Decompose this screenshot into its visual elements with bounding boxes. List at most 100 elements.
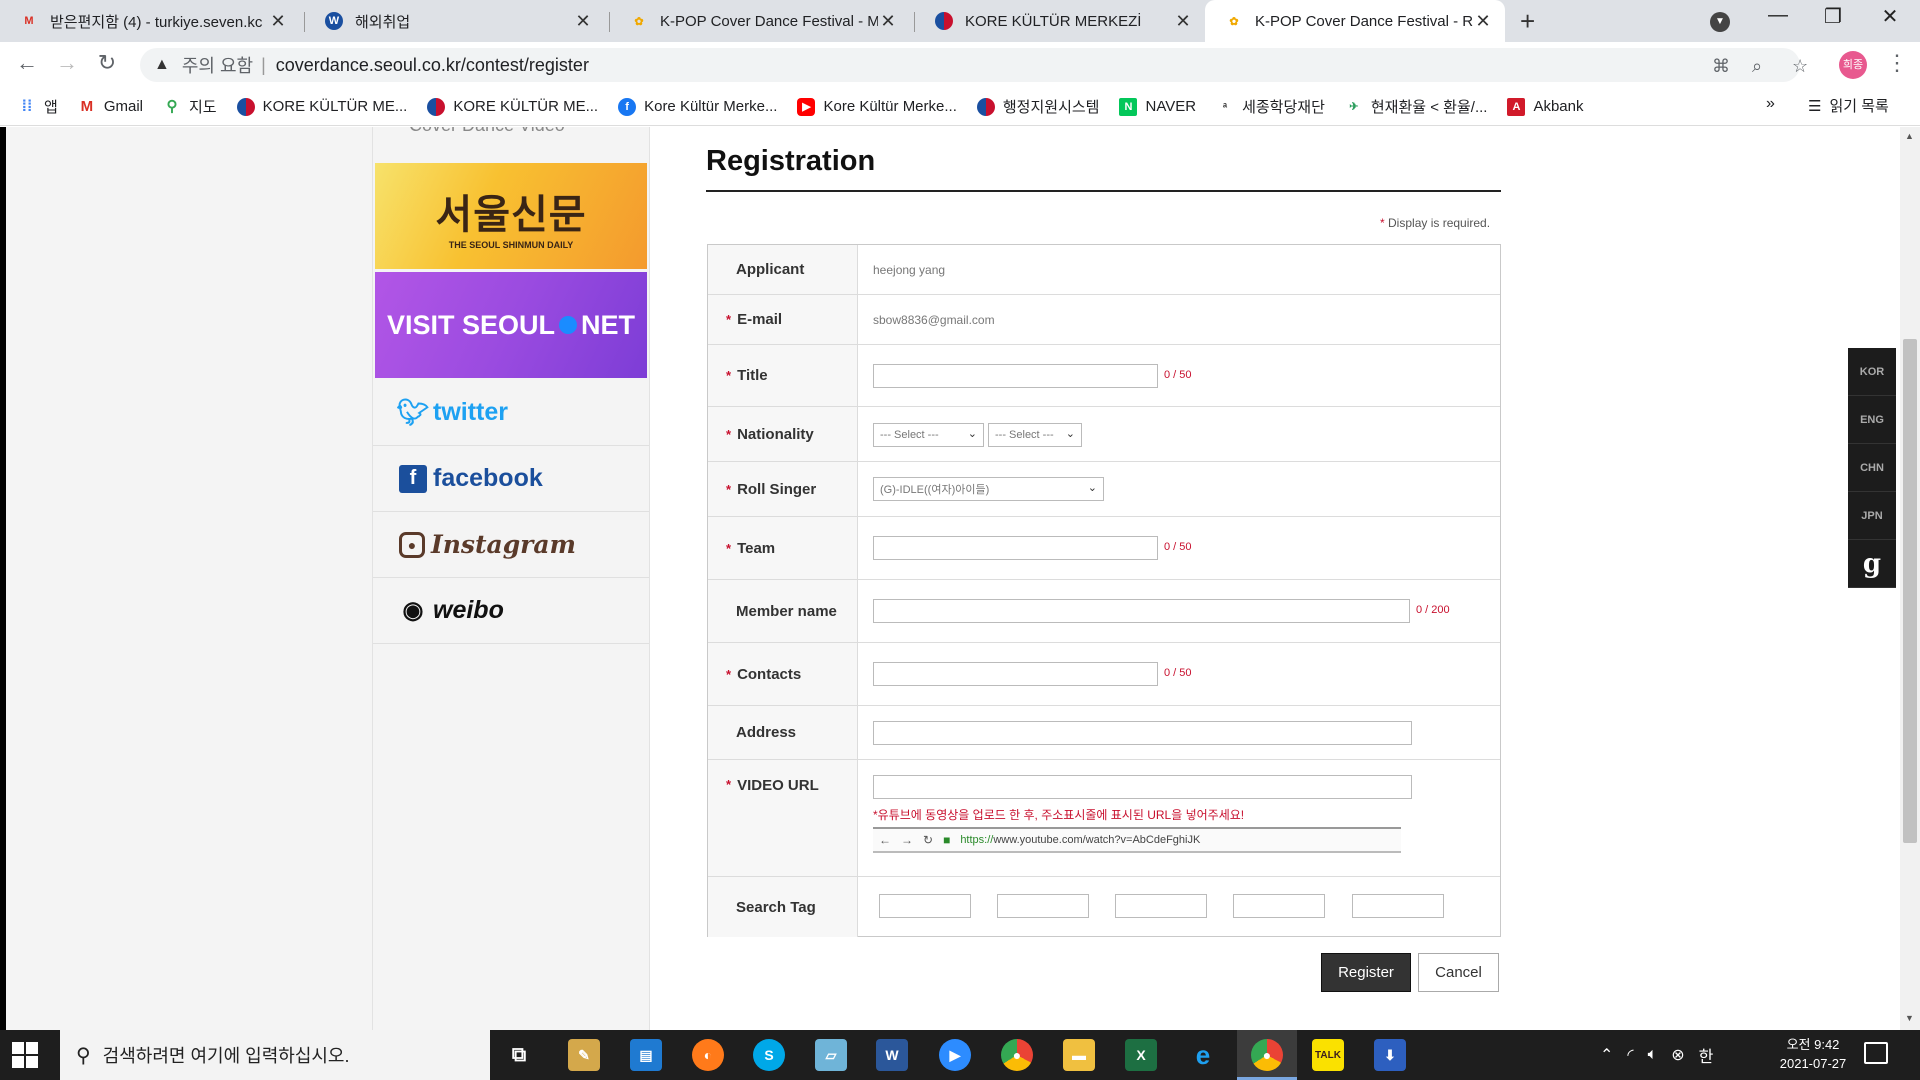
bookmark-gmail[interactable]: M Gmail [78, 98, 143, 116]
team-input[interactable] [873, 536, 1158, 560]
cancel-button[interactable]: Cancel [1418, 953, 1499, 992]
tab-search-icon[interactable]: ▼ [1710, 12, 1730, 32]
contacts-input[interactable] [873, 662, 1158, 686]
bookmark-admin[interactable]: 행정지원시스템 [976, 96, 1099, 117]
instagram-link[interactable]: ● Instagram [373, 512, 649, 578]
excel-icon[interactable]: X [1125, 1039, 1157, 1071]
outlook-icon[interactable]: ▤ [630, 1039, 662, 1071]
twitter-link[interactable]: 🐦︎ twitter [373, 380, 649, 446]
tab-kore-kultur[interactable]: KORE KÜLTÜR MERKEZİ ✕ [915, 0, 1205, 42]
menu-icon[interactable]: ⋮ [1886, 50, 1908, 76]
lang-jpn[interactable]: JPN [1848, 492, 1896, 540]
video-url-input[interactable] [873, 775, 1412, 799]
seoul-shinmun-banner[interactable]: 서울신문 THE SEOUL SHINMUN DAILY [375, 163, 647, 269]
lang-eng[interactable]: ENG [1848, 396, 1896, 444]
notes-icon[interactable]: ▱ [815, 1039, 847, 1071]
security-warning[interactable]: 주의 요함 [182, 52, 253, 78]
taskbar-search[interactable]: ⚲ 검색하려면 여기에 입력하십시오. [60, 1030, 490, 1080]
bookmark-star-icon[interactable]: ☆ [1792, 56, 1808, 77]
kakaotalk-icon[interactable]: TALK [1312, 1039, 1344, 1071]
new-tab-button[interactable]: + [1520, 6, 1535, 37]
kpop-icon: ✿ [1229, 15, 1239, 28]
address-input[interactable] [873, 721, 1412, 745]
tab-gmail[interactable]: M 받은편지함 (4) - turkiye.seven.kc ✕ [0, 0, 300, 42]
tab-worldjob[interactable]: W 해외취업 ✕ [305, 0, 605, 42]
search-tag-input-4[interactable] [1233, 894, 1325, 918]
back-button[interactable]: ← [12, 50, 42, 76]
notification-icon[interactable] [1864, 1042, 1888, 1064]
address-bar[interactable]: ▲ 주의 요함 | coverdance.seoul.co.kr/contest… [140, 48, 1808, 82]
download-icon[interactable]: ⬇ [1374, 1039, 1406, 1071]
nationality-select-2[interactable]: --- Select --- ⌄ [988, 423, 1082, 447]
close-icon[interactable]: ✕ [878, 11, 898, 32]
title-input[interactable] [873, 364, 1158, 388]
cancel-circle-icon[interactable]: ⊗ [1671, 1045, 1684, 1065]
close-icon[interactable]: ✕ [268, 11, 288, 32]
roll-singer-label: Roll Singer [708, 462, 858, 516]
ime-indicator[interactable]: 한 [1699, 1043, 1714, 1067]
skype-icon[interactable]: S [753, 1039, 785, 1071]
visit-seoul-banner[interactable]: VISIT SEOUL NET [375, 272, 647, 378]
bookmark-kore-2[interactable]: KORE KÜLTÜR ME... [427, 97, 598, 116]
register-button[interactable]: Register [1321, 953, 1411, 992]
warning-icon[interactable]: ▲ [154, 56, 170, 74]
close-icon[interactable]: ✕ [1173, 11, 1193, 32]
profile-avatar[interactable]: 희종 [1839, 51, 1867, 79]
clock[interactable]: 오전 9:42 2021-07-27 [1768, 1035, 1858, 1073]
lang-chn[interactable]: CHN [1848, 444, 1896, 492]
bookmark-maps[interactable]: ⚲ 지도 [163, 96, 216, 117]
tab-title: K-POP Cover Dance Festival - R [1255, 12, 1473, 30]
google-translate-icon[interactable]: g [1848, 540, 1896, 588]
url-text[interactable]: coverdance.seoul.co.kr/contest/register [276, 55, 589, 76]
close-icon[interactable]: ✕ [573, 11, 593, 32]
zoom-icon[interactable]: ▶ [939, 1039, 971, 1071]
nationality-select-1[interactable]: --- Select --- ⌄ [873, 423, 984, 447]
file-explorer-icon[interactable]: ▬ [1063, 1039, 1095, 1071]
tab-kpop-main[interactable]: ✿ K-POP Cover Dance Festival - M ✕ [610, 0, 910, 42]
chrome-profile-icon[interactable]: ● [1251, 1039, 1283, 1071]
roll-singer-select[interactable]: (G)-IDLE((여자)아이들) ⌄ [873, 477, 1104, 501]
bookmark-kore-1[interactable]: KORE KÜLTÜR ME... [236, 97, 407, 116]
tray-chevron-up-icon[interactable]: ⌃ [1600, 1045, 1613, 1065]
member-name-input[interactable] [873, 599, 1410, 623]
reload-button[interactable]: ↻ [92, 50, 122, 76]
task-view-icon[interactable]: ⧉ [503, 1039, 535, 1071]
close-icon[interactable]: ✕ [1473, 11, 1493, 32]
windows-start-icon[interactable] [12, 1042, 38, 1068]
bookmark-sejong[interactable]: ᵃ 세종학당재단 [1216, 96, 1325, 117]
firefox-icon[interactable]: ◐ [692, 1039, 724, 1071]
bookmark-akbank[interactable]: A Akbank [1507, 97, 1584, 116]
scroll-thumb[interactable] [1903, 339, 1917, 843]
bookmark-kore-facebook[interactable]: f Kore Kültür Merke... [618, 97, 777, 116]
lang-kor[interactable]: KOR [1848, 348, 1896, 396]
scroll-down-icon[interactable]: ▼ [1905, 1013, 1914, 1023]
translate-icon[interactable]: ⌘ [1712, 56, 1730, 77]
restore-button[interactable]: ❐ [1813, 4, 1853, 29]
weibo-link[interactable]: ◉ weibo [373, 578, 649, 644]
search-tag-input-5[interactable] [1352, 894, 1444, 918]
bookmark-naver[interactable]: N NAVER [1119, 97, 1196, 116]
bookmark-exchange[interactable]: ✈ 현재환율 < 환율/... [1345, 96, 1487, 117]
scroll-up-icon[interactable]: ▲ [1905, 131, 1914, 141]
akbank-icon: A [1507, 97, 1526, 116]
chrome-icon[interactable]: ● [1001, 1039, 1033, 1071]
tab-kpop-register[interactable]: ✿ K-POP Cover Dance Festival - R ✕ [1205, 0, 1505, 42]
ie-icon[interactable]: e [1187, 1039, 1219, 1071]
bookmarks-overflow-button[interactable]: » [1766, 95, 1775, 113]
network-icon[interactable]: ◜ [1627, 1045, 1633, 1065]
forward-button[interactable]: → [52, 50, 82, 76]
reading-list-button[interactable]: ☰ 읽기 목록 [1808, 95, 1889, 116]
search-tag-input-2[interactable] [997, 894, 1089, 918]
search-tag-input-1[interactable] [879, 894, 971, 918]
facebook-link[interactable]: f facebook [373, 446, 649, 512]
word-icon[interactable]: W [876, 1039, 908, 1071]
volume-icon[interactable]: 🔈︎ [1648, 1046, 1658, 1064]
bookmark-apps[interactable]: ⁞⁞ 앱 [18, 96, 58, 117]
minimize-button[interactable]: — [1758, 4, 1798, 27]
page-scrollbar[interactable]: ▲ ▼ [1900, 127, 1920, 1030]
window-close-button[interactable]: ✕ [1870, 4, 1910, 29]
search-tag-input-3[interactable] [1115, 894, 1207, 918]
zoom-icon[interactable]: ⌕ [1752, 56, 1762, 77]
paint-icon[interactable]: ✎ [568, 1039, 600, 1071]
bookmark-kore-youtube[interactable]: ▶ Kore Kültür Merke... [797, 97, 957, 116]
